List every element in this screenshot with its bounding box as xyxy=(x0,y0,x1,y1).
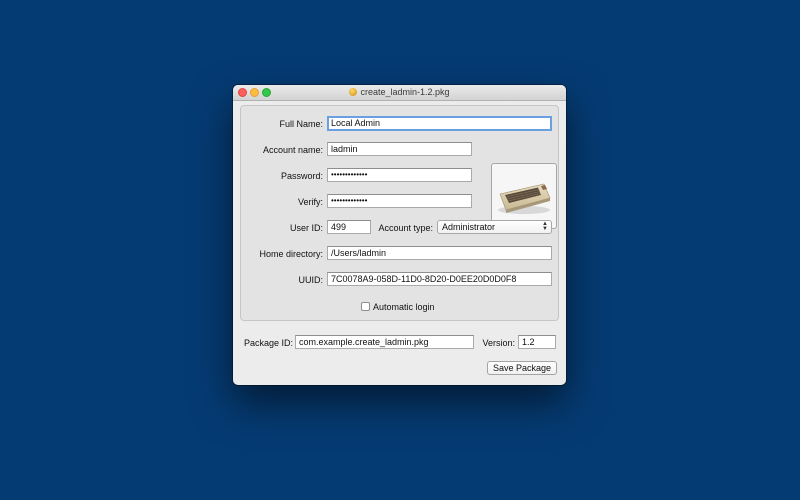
uuid-input[interactable]: 7C0078A9-058D-11D0-8D20-D0EE20D0D0F8 xyxy=(327,272,552,286)
account-type-value: Administrator xyxy=(442,222,496,232)
commodore-64-computer-icon xyxy=(498,183,551,214)
package-icon xyxy=(349,88,358,96)
chevron-up-down-icon: ▲ ▼ xyxy=(542,221,548,232)
user-id-label: User ID: xyxy=(289,223,323,233)
account-name-label: Account name: xyxy=(262,145,323,155)
user-id-input[interactable]: 499 xyxy=(327,220,371,234)
package-id-label: Package ID: xyxy=(243,338,293,348)
window-title-wrap: create_ladmin-1.2.pkg xyxy=(233,86,566,99)
verify-input[interactable]: ••••••••••••• xyxy=(327,194,472,208)
account-type-label: Account type: xyxy=(378,223,433,233)
title-bar[interactable]: create_ladmin-1.2.pkg xyxy=(233,85,566,101)
home-directory-label: Home directory: xyxy=(259,249,323,259)
automatic-login-label[interactable]: Automatic login xyxy=(373,301,435,313)
verify-label: Verify: xyxy=(297,197,323,207)
full-name-label: Full Name: xyxy=(279,119,323,129)
app-window: create_ladmin-1.2.pkg Full Name: Local A… xyxy=(233,85,566,385)
package-id-input[interactable]: com.example.create_ladmin.pkg xyxy=(295,335,474,349)
version-input[interactable]: 1.2 xyxy=(518,335,556,349)
uuid-label: UUID: xyxy=(298,275,324,285)
home-directory-input[interactable]: /Users/ladmin xyxy=(327,246,552,260)
account-name-input[interactable]: ladmin xyxy=(327,142,472,156)
version-label: Version: xyxy=(482,338,515,348)
password-label: Password: xyxy=(280,171,323,181)
save-package-button[interactable]: Save Package xyxy=(487,361,557,375)
account-group-box: Full Name: Local Admin Account name: lad… xyxy=(240,105,559,321)
automatic-login-checkbox[interactable] xyxy=(361,302,370,311)
password-input[interactable]: ••••••••••••• xyxy=(327,168,472,182)
account-type-select[interactable]: Administrator ▲ ▼ xyxy=(437,220,552,234)
window-title: create_ladmin-1.2.pkg xyxy=(360,87,450,97)
full-name-input[interactable]: Local Admin xyxy=(327,116,552,131)
